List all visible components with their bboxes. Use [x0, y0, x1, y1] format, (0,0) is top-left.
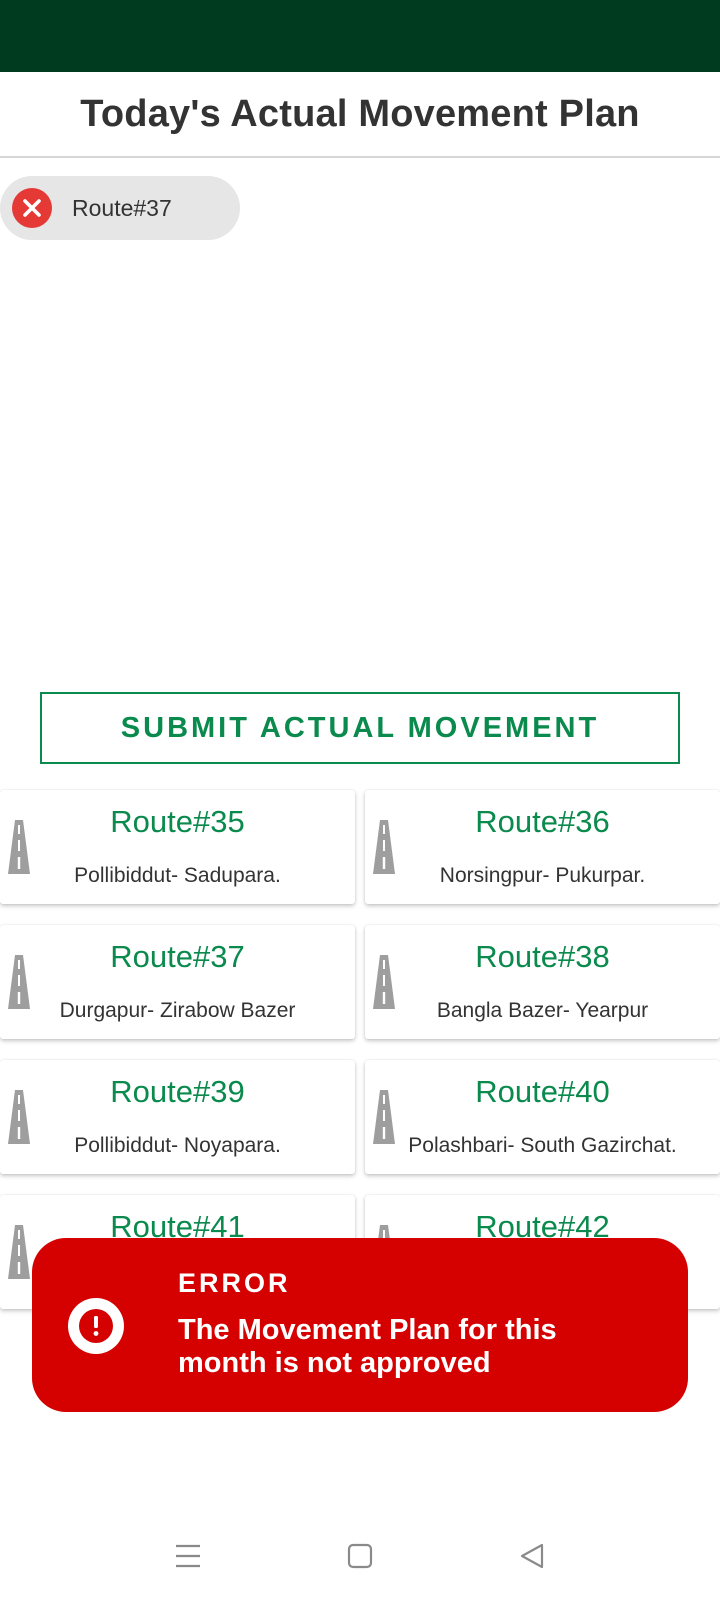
submit-actual-movement-button[interactable]: SUBMIT ACTUAL MOVEMENT [40, 692, 680, 764]
route-card[interactable]: Route#35 Pollibiddut- Sadupara. [0, 790, 355, 904]
page-title: Today's Actual Movement Plan [80, 92, 640, 135]
status-bar [0, 0, 720, 72]
route-area: Pollibiddut- Sadupara. [74, 864, 281, 887]
route-card[interactable]: Route#36 Norsingpur- Pukurpar. [365, 790, 720, 904]
route-area: Bangla Bazer- Yearpur [436, 999, 649, 1022]
close-circle-icon[interactable] [12, 188, 52, 228]
route-title: Route#37 [110, 939, 245, 974]
toast-title: ERROR [178, 1268, 291, 1298]
route-area: Pollibiddut- Noyapara. [74, 1134, 281, 1157]
route-title: Route#35 [110, 804, 245, 839]
selected-route-chip: Route#37 [0, 176, 240, 240]
home-square-icon[interactable] [336, 1532, 384, 1580]
system-navigation-bar [0, 1510, 720, 1600]
route-card[interactable]: Route#38 Bangla Bazer- Yearpur [365, 925, 720, 1039]
back-triangle-icon[interactable] [508, 1532, 556, 1580]
chip-label: Route#37 [72, 194, 172, 221]
route-title: Route#40 [475, 1074, 610, 1109]
route-title: Route#39 [110, 1074, 245, 1109]
route-area: Norsingpur- Pukurpar. [439, 864, 646, 887]
route-title: Route#36 [475, 804, 610, 839]
alert-circle-icon [68, 1298, 124, 1354]
route-area: Durgapur- Zirabow Bazer [59, 999, 296, 1022]
submit-button-label: SUBMIT ACTUAL MOVEMENT [120, 711, 600, 744]
route-card[interactable]: Route#40 Polashbari- South Gazirchat. [365, 1060, 720, 1174]
route-area: Polashbari- South Gazirchat. [408, 1134, 677, 1157]
route-title: Route#38 [475, 939, 610, 974]
route-card[interactable]: Route#37 Durgapur- Zirabow Bazer [0, 925, 355, 1039]
error-toast: ERROR The Movement Plan for this month i… [32, 1238, 688, 1412]
toast-message: The Movement Plan for this month is not … [178, 1314, 557, 1379]
menu-icon[interactable] [164, 1532, 212, 1580]
route-card[interactable]: Route#39 Pollibiddut- Noyapara. [0, 1060, 355, 1174]
app-header: Today's Actual Movement Plan [0, 72, 720, 158]
